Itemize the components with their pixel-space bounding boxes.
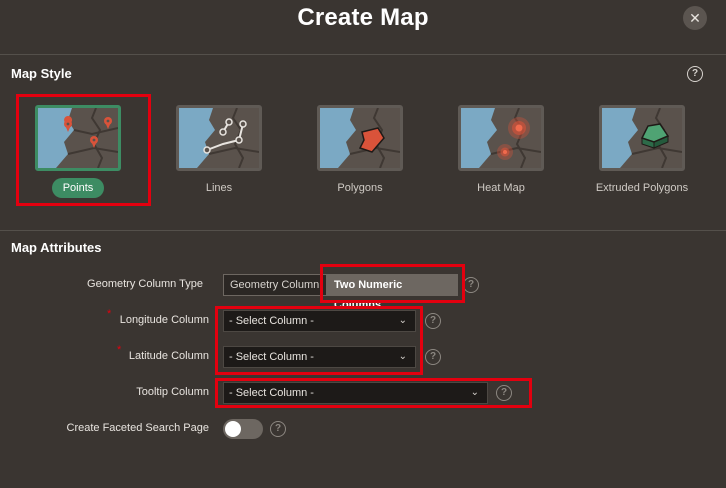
polygons-map-icon [320,108,400,168]
map-attributes-heading: Map Attributes [11,240,102,255]
lines-label: Lines [205,182,233,194]
heat-map-label: Heat Map [477,182,525,194]
extruded-polygons-map-icon [602,108,682,168]
extruded-polygons-label: Extruded Polygons [595,182,689,194]
map-style-heat-map[interactable]: Heat Map [436,105,566,197]
close-icon: ✕ [689,10,701,26]
header-divider [0,54,726,55]
latitude-column-select[interactable]: - Select Column - ⌄ [223,346,416,368]
faceted-search-help-icon[interactable]: ? [270,421,286,437]
create-map-dialog: Create Map ✕ Map Style ? Points Lines Po… [0,0,726,488]
dialog-title: Create Map [297,4,429,31]
longitude-column-value: - Select Column - [229,315,314,327]
tooltip-column-select[interactable]: - Select Column - ⌄ [223,382,488,404]
faceted-search-toggle[interactable] [223,419,263,439]
points-thumbnail [35,105,121,171]
polygons-thumbnail [317,105,403,171]
tooltip-column-help-icon[interactable]: ? [496,385,512,401]
polygons-label: Polygons [337,182,383,194]
geometry-column-type-label: Geometry Column Type [87,278,203,290]
heat-map-thumbnail [458,105,544,171]
latitude-column-label: Latitude Column [128,350,209,362]
latitude-column-value: - Select Column - [229,351,314,363]
faceted-search-label: Create Faceted Search Page [66,422,209,434]
points-label: Points [52,178,104,198]
chevron-down-icon: ⌄ [470,387,479,398]
geometry-column-type-help-icon[interactable]: ? [463,277,479,293]
tooltip-column-value: - Select Column - [229,387,314,399]
map-style-polygons[interactable]: Polygons [295,105,425,197]
two-numeric-columns-option[interactable]: Two Numeric Columns [327,274,458,311]
latitude-column-help-icon[interactable]: ? [425,349,441,365]
toggle-knob [225,421,241,437]
heat-map-icon [461,108,541,168]
longitude-column-select[interactable]: - Select Column - ⌄ [223,310,416,332]
chevron-down-icon: ⌄ [398,351,407,362]
map-style-points[interactable]: Points [13,105,143,198]
map-style-help-icon[interactable]: ? [687,66,703,82]
tooltip-column-label: Tooltip Column [136,386,209,398]
longitude-column-label: Longitude Column [119,314,209,326]
lines-thumbnail [176,105,262,171]
map-style-lines[interactable]: Lines [154,105,284,197]
close-button[interactable]: ✕ [683,6,707,30]
longitude-column-help-icon[interactable]: ? [425,313,441,329]
map-style-heading: Map Style [11,66,72,81]
points-map-icon [38,108,118,168]
map-style-extruded-polygons[interactable]: Extruded Polygons [577,105,707,197]
extruded-polygons-thumbnail [599,105,685,171]
chevron-down-icon: ⌄ [398,315,407,326]
lines-map-icon [179,108,259,168]
geometry-column-option[interactable]: Geometry Column [223,274,327,296]
dialog-header: Create Map ✕ [0,0,726,54]
attributes-divider [0,230,726,231]
